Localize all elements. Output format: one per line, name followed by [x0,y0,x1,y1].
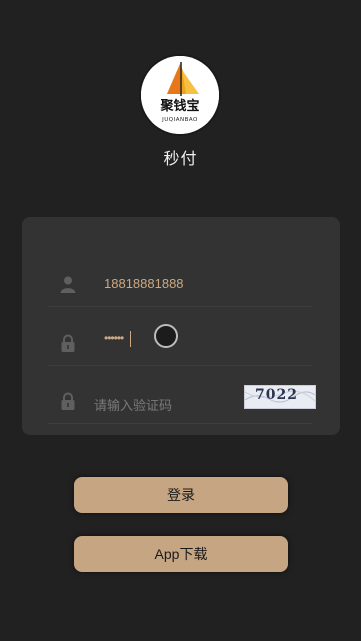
login-form: 18818881888 •••••• 请输入验证码 7022 [22,217,340,435]
svg-text:聚钱宝: 聚钱宝 [159,98,199,114]
password-field[interactable]: •••••• [48,321,312,366]
svg-text:JUQIANBAO: JUQIANBAO [161,117,198,123]
password-input-value[interactable]: •••••• [104,331,124,345]
lock-icon [58,391,78,411]
login-button[interactable]: 登录 [74,477,288,513]
captcha-image[interactable]: 7022 [244,385,316,409]
phone-input-value[interactable]: 18818881888 [104,276,184,291]
brand-logo: 聚钱宝 JUQIANBAO [141,56,219,134]
login-page: 聚钱宝 JUQIANBAO 秒付 18818881888 •••••• 请输入验… [0,0,361,641]
phone-field[interactable]: 18818881888 [48,262,312,307]
text-cursor [130,331,131,347]
captcha-code: 7022 [255,387,298,403]
captcha-input-placeholder[interactable]: 请输入验证码 [94,395,172,414]
lock-icon [58,333,78,353]
user-icon [58,274,78,294]
app-download-button[interactable]: App下载 [74,536,288,572]
captcha-field[interactable]: 请输入验证码 7022 [48,379,316,424]
visibility-toggle-icon[interactable] [154,324,178,348]
app-title: 秒付 [163,151,198,168]
juqianbao-logo-image: 聚钱宝 JUQIANBAO [141,56,219,134]
